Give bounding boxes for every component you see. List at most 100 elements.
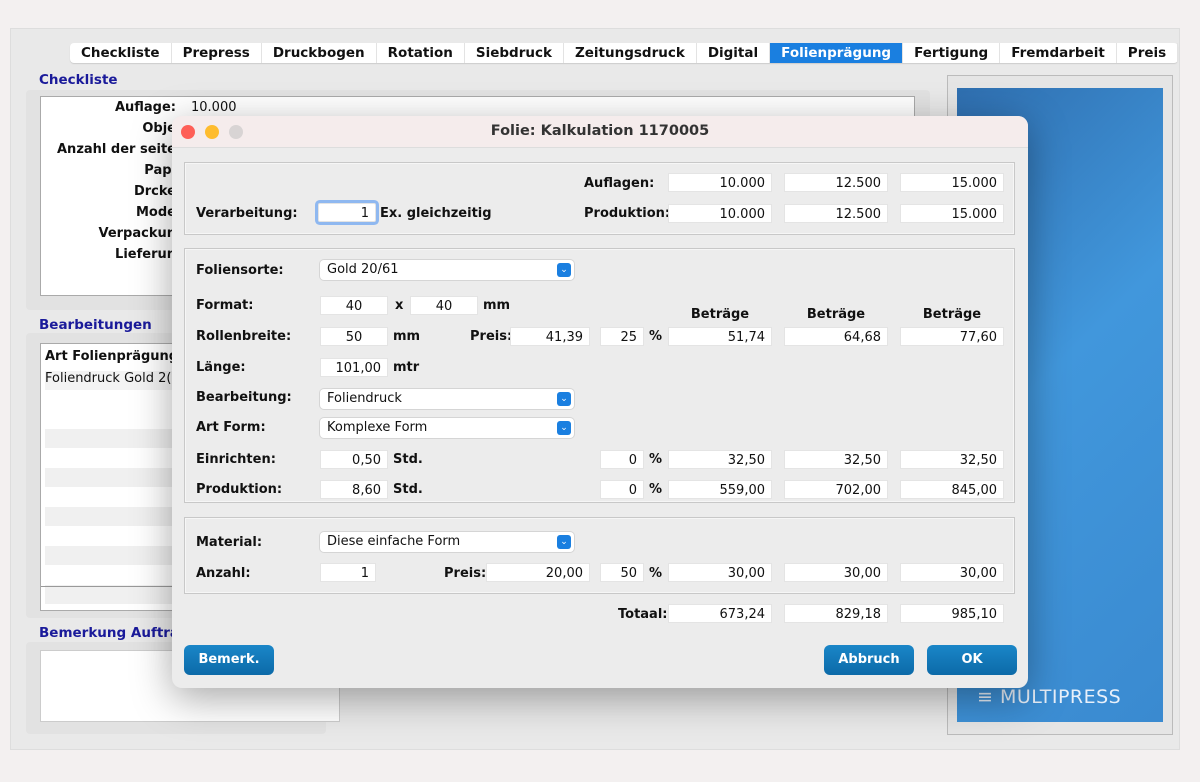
produktion-betrag: 559,00: [668, 480, 772, 499]
verarbeitung-suffix: Ex. gleichzeitig: [380, 206, 492, 221]
auflagen-section: [184, 162, 1015, 235]
einrichten-betrag: 32,50: [900, 450, 1004, 469]
tab-zeitungsdruck[interactable]: Zeitungsdruck: [564, 43, 697, 63]
produktion-pct-input[interactable]: 0: [600, 480, 644, 499]
checklist-label: Anzahl der seite: [57, 142, 176, 157]
auflage-label: Auflage:: [114, 100, 176, 115]
einrichten-unit: Std.: [393, 452, 423, 467]
produktion-betrag: 845,00: [900, 480, 1004, 499]
format-height-input[interactable]: 40: [410, 296, 478, 315]
tab-druckbogen[interactable]: Druckbogen: [262, 43, 377, 63]
material-section: [184, 517, 1015, 594]
tab-rotation[interactable]: Rotation: [377, 43, 465, 63]
checklist-label: Obje: [142, 121, 176, 136]
tab-preis[interactable]: Preis: [1117, 43, 1179, 63]
auflage-input[interactable]: 12.500: [784, 173, 888, 192]
rollenbreite-label: Rollenbreite:: [196, 329, 292, 344]
checklist-label: Papi: [144, 163, 176, 178]
material-preis-label: Preis:: [444, 566, 487, 581]
auflage-input[interactable]: 10.000: [668, 173, 772, 192]
einrichten-pct-input[interactable]: 0: [600, 450, 644, 469]
totaal-betrag: 829,18: [784, 604, 888, 623]
einrichten-betrag: 32,50: [668, 450, 772, 469]
material-label: Material:: [196, 535, 263, 550]
produktion-input[interactable]: 12.500: [784, 204, 888, 223]
bemerk-button[interactable]: Bemerk.: [184, 645, 274, 675]
format-label: Format:: [196, 298, 254, 313]
checkliste-title: Checkliste: [39, 72, 118, 88]
betraege-header: Beträge: [690, 307, 750, 322]
tab-prepress[interactable]: Prepress: [172, 43, 262, 63]
ok-button[interactable]: OK: [927, 645, 1017, 675]
einrichten-label: Einrichten:: [196, 452, 276, 467]
rollen-betrag: 51,74: [668, 327, 772, 346]
tab-siebdruck[interactable]: Siebdruck: [465, 43, 564, 63]
rollen-betrag: 77,60: [900, 327, 1004, 346]
preis-input[interactable]: 41,39: [510, 327, 590, 346]
bearbeitung-label: Bearbeitung:: [196, 390, 292, 405]
artform-select[interactable]: Komplexe Form ⌄: [320, 418, 574, 438]
totaal-betrag: 985,10: [900, 604, 1004, 623]
produktion-std-input[interactable]: 8,60: [320, 480, 388, 499]
material-select[interactable]: Diese einfache Form ⌄: [320, 532, 574, 552]
produktion-label: Produktion:: [584, 206, 671, 221]
artform-select-value: Komplexe Form: [327, 420, 428, 435]
bemerkung-title: Bemerkung Auftrag: [39, 625, 189, 641]
tab-fremdarbeit[interactable]: Fremdarbeit: [1000, 43, 1117, 63]
tab-folienprägung[interactable]: Folienprägung: [770, 43, 904, 63]
pct-label: %: [649, 566, 663, 581]
chevron-down-icon: ⌄: [557, 392, 571, 406]
format-unit: mm: [483, 298, 511, 313]
auflagen-label: Auflagen:: [584, 176, 655, 191]
anzahl-input[interactable]: 1: [320, 563, 376, 582]
format-width-input[interactable]: 40: [320, 296, 388, 315]
rollenbreite-unit: mm: [393, 329, 421, 344]
abbruch-button[interactable]: Abbruch: [824, 645, 914, 675]
produktion-input[interactable]: 10.000: [668, 204, 772, 223]
chevron-down-icon: ⌄: [557, 535, 571, 549]
produktion-std-label: Produktion:: [196, 482, 283, 497]
checklist-label: Lieferun: [115, 247, 176, 262]
foliensorte-label: Foliensorte:: [196, 263, 284, 278]
pct-label: %: [649, 329, 663, 344]
tab-digital[interactable]: Digital: [697, 43, 771, 63]
tab-fertigung[interactable]: Fertigung: [903, 43, 1001, 63]
einrichten-betrag: 32,50: [784, 450, 888, 469]
tab-bar: Checkliste Prepress Druckbogen Rotation Sieb…: [70, 43, 1179, 63]
material-preis-input[interactable]: 20,00: [486, 563, 590, 582]
material-select-value: Diese einfache Form: [327, 534, 461, 549]
bearbeitungen-title: Bearbeitungen: [39, 317, 152, 333]
auflage-value: 10.000: [191, 100, 237, 115]
auflage-input[interactable]: 15.000: [900, 173, 1004, 192]
betraege-header: Beträge: [922, 307, 982, 322]
list-header: Art Folienprägung: [45, 349, 179, 364]
preis-pct-input[interactable]: 25: [600, 327, 644, 346]
pct-label: %: [649, 452, 663, 467]
preis-label: Preis:: [470, 329, 513, 344]
rollen-betrag: 64,68: [784, 327, 888, 346]
title-bar: Folie: Kalkulation 1170005: [172, 116, 1028, 148]
tab-checkliste[interactable]: Checkliste: [70, 43, 172, 63]
material-pct-input[interactable]: 50: [600, 563, 644, 582]
produktion-input[interactable]: 15.000: [900, 204, 1004, 223]
checklist-label: Verpackun: [98, 226, 176, 241]
produktion-betrag: 702,00: [784, 480, 888, 499]
totaal-label: Totaal:: [618, 607, 668, 622]
artform-label: Art Form:: [196, 420, 266, 435]
material-betrag: 30,00: [784, 563, 888, 582]
bearbeitung-select[interactable]: Foliendruck ⌄: [320, 389, 574, 409]
rollenbreite-input[interactable]: 50: [320, 327, 388, 346]
list-item-label: Foliendruck Gold 2(: [45, 371, 172, 386]
laenge-input[interactable]: 101,00: [320, 358, 388, 377]
foliensorte-select[interactable]: Gold 20/61 ⌄: [320, 260, 574, 280]
material-betrag: 30,00: [900, 563, 1004, 582]
chevron-down-icon: ⌄: [557, 263, 571, 277]
einrichten-input[interactable]: 0,50: [320, 450, 388, 469]
verarbeitung-input[interactable]: 1: [318, 203, 376, 222]
checklist-label: Mode: [136, 205, 176, 220]
bearbeitung-select-value: Foliendruck: [327, 391, 402, 406]
checklist-label: Drcke: [133, 184, 176, 199]
folie-dialog: Folie: Kalkulation 1170005 Auflagen: Vera…: [172, 116, 1028, 688]
material-betrag: 30,00: [668, 563, 772, 582]
laenge-unit: mtr: [393, 360, 420, 375]
